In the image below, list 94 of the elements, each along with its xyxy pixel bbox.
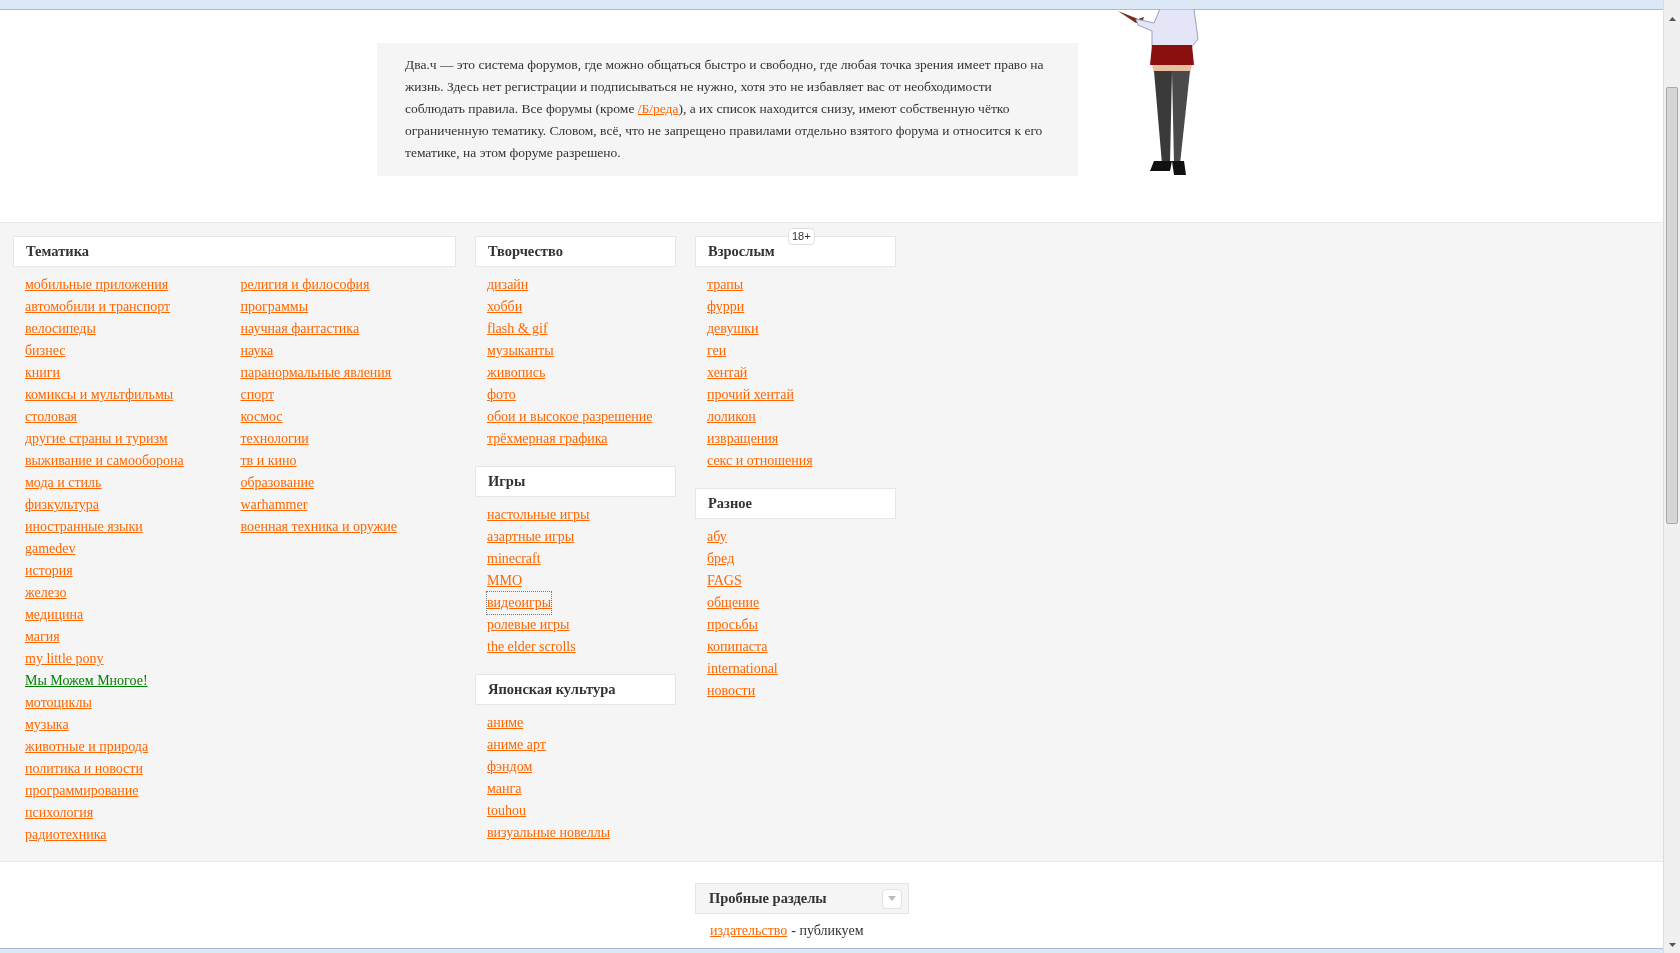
board-link[interactable]: бизнес — [25, 340, 66, 362]
board-link[interactable]: дизайн — [487, 274, 529, 296]
board-link[interactable]: FAGS — [707, 570, 742, 592]
board-link[interactable]: живопись — [487, 362, 546, 384]
board-link[interactable]: космос — [240, 406, 283, 428]
board-link[interactable]: настольные игры — [487, 504, 590, 526]
board-link[interactable]: спорт — [240, 384, 275, 406]
board-link[interactable]: железо — [25, 582, 67, 604]
board-link[interactable]: бред — [707, 548, 735, 570]
board-link[interactable]: извращения — [707, 428, 779, 450]
board-link[interactable]: хентай — [707, 362, 748, 384]
board-link[interactable]: религия и философия — [240, 274, 370, 296]
board-link[interactable]: ролевые игры — [487, 614, 570, 636]
caret-icon — [888, 896, 896, 901]
board-link[interactable]: музыка — [25, 714, 69, 736]
board-link[interactable]: психология — [25, 802, 94, 824]
board-description: - публикуем — [791, 923, 864, 938]
board-link[interactable]: новости — [707, 680, 756, 702]
section-title: Пробные разделы — [709, 890, 827, 907]
board-link[interactable]: издательство — [710, 923, 788, 938]
board-link[interactable]: велосипеды — [25, 318, 96, 340]
board-link[interactable]: копипаста — [707, 636, 768, 658]
board-link[interactable]: общение — [707, 592, 760, 614]
scrollbar-thumb[interactable] — [1666, 87, 1678, 524]
board-link[interactable]: the elder scrolls — [487, 636, 576, 658]
board-link[interactable]: комиксы и мультфильмы — [25, 384, 174, 406]
board-link[interactable]: азартные игры — [487, 526, 575, 548]
board-link[interactable]: мобильные приложения — [25, 274, 169, 296]
board-link[interactable]: абу — [707, 526, 727, 548]
board-link[interactable]: другие страны и туризм — [25, 428, 168, 450]
board-link[interactable]: трапы — [707, 274, 744, 296]
board-link[interactable]: иностранные языки — [25, 516, 143, 538]
board-link[interactable]: Мы Можем Многое! — [25, 670, 148, 692]
board-link[interactable]: программирование — [25, 780, 139, 802]
board-link[interactable]: MMO — [487, 570, 522, 592]
board-link[interactable]: фэндом — [487, 756, 533, 778]
board-link[interactable]: манга — [487, 778, 522, 800]
collapse-button[interactable] — [882, 888, 902, 909]
board-link[interactable]: прочий хентай — [707, 384, 794, 406]
board-link[interactable]: мотоциклы — [25, 692, 92, 714]
intro-paragraph: Два.ч — это система форумов, где можно общаться быстро и свободно, где любая точка зрения имеет право на жизнь. Здесь нет регистрации и подписываться не нужно, хотя это не избавляет вас от необходимости соблюдать правила. Все форумы (кроме /Б/реда), а их список находится снизу, имеют собственную чётко ограниченную тематику. Словом, всё, что не запрещено правилами отдельно взятого форума и относится к его тематике, на этом форуме разрешено. — [377, 43, 1078, 176]
board-link[interactable]: медицина — [25, 604, 84, 626]
board-link[interactable]: фурри — [707, 296, 745, 318]
board-link[interactable]: военная техника и оружие — [240, 516, 397, 538]
board-link[interactable]: аниме арт — [487, 734, 546, 756]
section-title: Игры — [488, 473, 526, 490]
board-link[interactable]: паранормальные явления — [240, 362, 392, 384]
section-title: Разное — [708, 495, 752, 512]
board-link[interactable]: образование — [240, 472, 315, 494]
board-link[interactable]: радиотехника — [25, 824, 107, 846]
board-link[interactable]: minecraft — [487, 548, 541, 570]
board-link[interactable]: трёхмерная графика — [487, 428, 608, 450]
board-link[interactable]: девушки — [707, 318, 759, 340]
board-link[interactable]: физкультура — [25, 494, 100, 516]
age-badge: 18+ — [788, 228, 815, 245]
board-link[interactable]: история — [25, 560, 73, 582]
board-link[interactable]: наука — [240, 340, 274, 362]
forum-link[interactable]: /Б/реда — [637, 101, 679, 116]
board-link[interactable]: технологии — [240, 428, 309, 450]
board-link[interactable]: flash & gif — [487, 318, 548, 340]
board-link[interactable]: столовая — [25, 406, 78, 428]
board-link[interactable]: обои и высокое разрешение — [487, 406, 653, 428]
section-title: Взрослым — [708, 243, 775, 260]
section-title: Тематика — [26, 243, 90, 260]
board-link[interactable]: визуальные новеллы — [487, 822, 611, 844]
board-link[interactable]: хобби — [487, 296, 523, 318]
board-link[interactable]: фото — [487, 384, 516, 406]
board-link[interactable]: touhou — [487, 800, 526, 822]
board-link[interactable]: книги — [25, 362, 61, 384]
board-link[interactable]: мода и стиль — [25, 472, 102, 494]
board-link[interactable]: геи — [707, 340, 727, 362]
board-link[interactable]: автомобили и транспорт — [25, 296, 171, 318]
board-link[interactable]: программы — [240, 296, 309, 318]
board-link[interactable]: лоликон — [707, 406, 756, 428]
section-title: Творчество — [488, 243, 563, 260]
board-link[interactable]: просьбы — [707, 614, 758, 636]
section-title: Японская культура — [488, 681, 616, 698]
board-link[interactable]: выживание и самооборона — [25, 450, 184, 472]
board-link[interactable]: видеоигры — [487, 592, 552, 614]
board-link[interactable]: политика и новости — [25, 758, 143, 780]
board-link[interactable]: my little pony — [25, 648, 104, 670]
board-link[interactable]: музыканты — [487, 340, 554, 362]
arrow-down-icon — [1668, 942, 1676, 947]
scrollbar[interactable] — [1663, 0, 1680, 953]
board-link[interactable]: gamedev — [25, 538, 76, 560]
board-link[interactable]: warhammer — [240, 494, 308, 516]
arrow-up-icon — [1668, 16, 1676, 21]
board-link[interactable]: животные и природа — [25, 736, 149, 758]
board-link[interactable]: магия — [25, 626, 60, 648]
board-link[interactable]: научная фантастика — [240, 318, 360, 340]
board-link[interactable]: international — [707, 658, 778, 680]
board-link[interactable]: аниме — [487, 712, 524, 734]
board-link[interactable]: тв и кино — [240, 450, 297, 472]
board-link[interactable]: секс и отношения — [707, 450, 813, 472]
